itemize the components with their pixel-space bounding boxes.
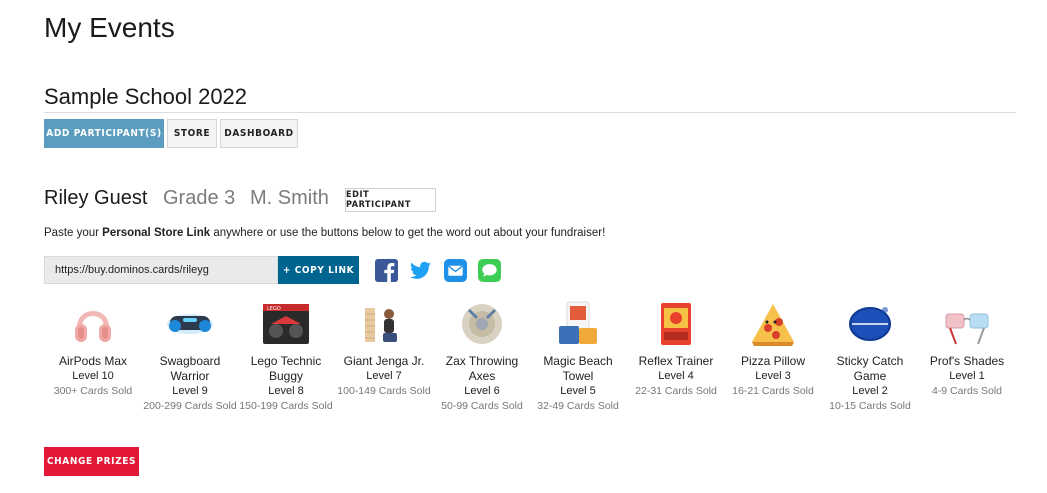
lego-buggy-image: LEGO: [261, 300, 311, 348]
axes-image: [457, 300, 507, 348]
prize-level: Level 10: [72, 370, 114, 382]
divider: [44, 112, 1016, 113]
prize-level: Level 8: [268, 385, 304, 397]
prize-name: Swagboard Warrior: [159, 354, 221, 383]
prize-cards-sold: 22-31 Cards Sold: [635, 385, 717, 397]
prize-item: Pizza Pillow Level 3 16-21 Cards Sold: [725, 300, 821, 399]
prize-level: Level 4: [658, 370, 694, 382]
participant-name: Riley Guest: [44, 187, 148, 209]
prize-item: LEGO Lego Technic Buggy Level 8 150-199 Car…: [238, 300, 334, 414]
copy-link-button[interactable]: + COPY LINK: [278, 256, 359, 284]
prize-cards-sold: 4-9 Cards Sold: [931, 385, 1003, 397]
prize-cards-sold: 100-149 Cards Sold: [337, 385, 431, 397]
prize-name: Prof's Shades: [929, 354, 1005, 368]
prize-item: Zax Throwing Axes Level 6 50-99 Cards Sold: [434, 300, 530, 414]
prize-name: Sticky Catch Game: [836, 354, 904, 383]
reflex-trainer-image: [651, 300, 701, 348]
prize-item: AirPods Max Level 10 300+ Cards Sold: [45, 300, 141, 399]
prize-name: Giant Jenga Jr.: [343, 354, 425, 368]
store-button[interactable]: STORE: [167, 119, 217, 148]
svg-text:LEGO: LEGO: [267, 306, 281, 312]
prize-cards-sold: 150-199 Cards Sold: [239, 400, 333, 412]
pizza-pillow-image: [748, 300, 798, 348]
catch-game-image: [845, 300, 895, 348]
prize-cards-sold: 32-49 Cards Sold: [537, 400, 619, 412]
edit-participant-button[interactable]: EDIT PARTICIPANT: [345, 188, 436, 212]
towel-image: [553, 300, 603, 348]
jenga-image: [359, 300, 409, 348]
shades-image: [942, 300, 992, 348]
prize-level: Level 2: [852, 385, 888, 397]
facebook-icon[interactable]: [375, 259, 398, 282]
prize-item: Sticky Catch Game Level 2 10-15 Cards Sold: [822, 300, 918, 414]
prize-cards-sold: 16-21 Cards Sold: [732, 385, 814, 397]
prize-cards-sold: 50-99 Cards Sold: [441, 400, 523, 412]
prize-item: Magic Beach Towel Level 5 32-49 Cards Sold: [530, 300, 626, 414]
participant-teacher: M. Smith: [250, 187, 329, 209]
participant-grade: Grade 3: [163, 187, 236, 209]
prize-item: Giant Jenga Jr. Level 7 100-149 Cards Sold: [336, 300, 432, 399]
prize-name: Lego Technic Buggy: [250, 354, 322, 383]
add-participants-button[interactable]: ADD PARTICIPANT(S): [44, 119, 164, 148]
prize-name: AirPods Max: [58, 354, 128, 368]
message-icon[interactable]: [478, 259, 501, 282]
page-title: My Events: [44, 12, 175, 43]
prize-level: Level 6: [464, 385, 500, 397]
prize-cards-sold: 300+ Cards Sold: [53, 385, 133, 397]
share-instructions: Paste your Personal Store Link anywhere …: [44, 227, 606, 239]
prize-name: Magic Beach Towel: [543, 354, 613, 383]
prize-name: Zax Throwing Axes: [445, 354, 519, 383]
headphones-image: [68, 300, 118, 348]
prize-level: Level 9: [172, 385, 208, 397]
email-icon[interactable]: [444, 259, 467, 282]
prize-name: Reflex Trainer: [638, 354, 714, 368]
twitter-icon[interactable]: [409, 259, 432, 282]
prize-level: Level 1: [949, 370, 985, 382]
store-link-emphasis: Personal Store Link: [102, 227, 211, 239]
prize-item: Prof's Shades Level 1 4-9 Cards Sold: [919, 300, 1015, 399]
change-prizes-button[interactable]: CHANGE PRIZES: [44, 447, 139, 476]
prize-item: Swagboard Warrior Level 9 200-299 Cards So…: [142, 300, 238, 414]
prize-level: Level 5: [560, 385, 596, 397]
prize-cards-sold: 10-15 Cards Sold: [829, 400, 911, 412]
event-title: Sample School 2022: [44, 84, 248, 109]
prize-name: Pizza Pillow: [740, 354, 806, 368]
store-link-input[interactable]: https://buy.dominos.cards/rileyg: [44, 256, 278, 284]
prize-cards-sold: 200-299 Cards Sold: [143, 400, 237, 412]
hoverboard-image: [165, 300, 215, 348]
prize-level: Level 7: [366, 370, 402, 382]
prize-level: Level 3: [755, 370, 791, 382]
prize-item: Reflex Trainer Level 4 22-31 Cards Sold: [628, 300, 724, 399]
dashboard-button[interactable]: DASHBOARD: [220, 119, 298, 148]
